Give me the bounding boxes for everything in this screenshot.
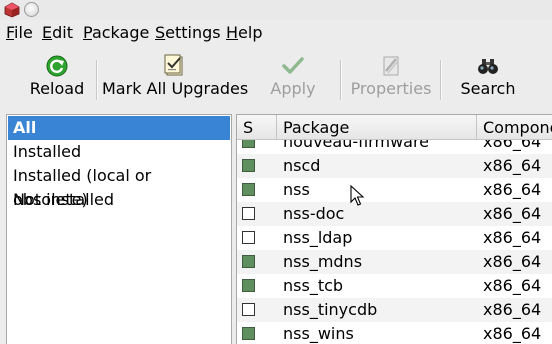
package-name: nss_wins (283, 324, 354, 343)
menu-edit[interactable]: Edit (42, 24, 73, 42)
filter-list: All Installed Installed (local or obsole… (6, 114, 232, 344)
status-checkbox[interactable] (242, 255, 255, 268)
package-component: x86_64 (483, 180, 542, 199)
table-row[interactable]: nss_tcb x86_64 (237, 274, 552, 298)
properties-button[interactable]: Properties (348, 46, 434, 109)
checkmark-icon (282, 57, 304, 74)
reload-icon (46, 55, 68, 77)
table-row[interactable]: nss_wins x86_64 (237, 322, 552, 344)
mark-all-upgrades-button[interactable]: Mark All Upgrades (102, 46, 248, 109)
status-checkbox[interactable] (242, 183, 255, 196)
package-name: nss_mdns (283, 252, 363, 271)
title-bar (0, 0, 552, 20)
toolbar-separator (440, 60, 441, 100)
table-header: S Package Compone (237, 115, 552, 140)
table-row[interactable]: nscd x86_64 (237, 154, 552, 178)
package-component: x86_64 (483, 228, 542, 247)
toolbar-separator (340, 60, 341, 100)
status-checkbox[interactable] (242, 303, 255, 316)
binoculars-icon (478, 59, 498, 74)
package-table: S Package Compone nouveau-firmware x86_64… (236, 114, 552, 344)
package-name: nss-doc (283, 204, 345, 223)
filter-item-installed[interactable]: Installed (8, 140, 230, 164)
apply-button[interactable]: Apply (258, 46, 328, 109)
column-header-package[interactable]: Package (277, 115, 477, 139)
package-component: x86_64 (483, 156, 542, 175)
status-checkbox[interactable] (242, 159, 255, 172)
toolbar: Reload Mark All Upgrades Apply Propertie… (0, 46, 552, 109)
menu-bar: File Edit Package Settings Help (0, 21, 552, 45)
menu-help[interactable]: Help (226, 24, 262, 42)
package-name: nscd (283, 156, 321, 175)
menu-file[interactable]: File (6, 24, 33, 42)
mouse-cursor-icon (350, 185, 364, 206)
properties-icon (383, 56, 399, 76)
filter-item-all[interactable]: All (8, 116, 230, 140)
status-checkbox[interactable] (242, 140, 255, 148)
toolbar-separator (96, 60, 97, 100)
status-checkbox[interactable] (242, 207, 255, 220)
app-icon (4, 2, 20, 18)
status-checkbox[interactable] (242, 231, 255, 244)
package-name: nss_tinycdb (283, 300, 378, 319)
package-name: nss (283, 180, 310, 199)
package-name: nss_tcb (283, 276, 344, 295)
table-row[interactable]: nss-doc x86_64 (237, 202, 552, 226)
table-body: nouveau-firmware x86_64 nscd x86_64 nss x86_6… (237, 140, 552, 344)
menu-settings[interactable]: Settings (155, 24, 221, 42)
package-component: x86_64 (483, 276, 542, 295)
filter-item-installed-local[interactable]: Installed (local or obsolete) (8, 164, 230, 209)
package-name: nouveau-firmware (283, 140, 430, 151)
table-row[interactable]: nss_ldap x86_64 (237, 226, 552, 250)
window-menu-button[interactable] (24, 2, 39, 17)
filter-item-not-installed[interactable]: Not installed (8, 188, 230, 212)
table-row[interactable]: nouveau-firmware x86_64 (237, 140, 552, 154)
table-row[interactable]: nss_tinycdb x86_64 (237, 298, 552, 322)
package-component: x86_64 (483, 300, 542, 319)
package-name: nss_ldap (283, 228, 353, 247)
status-checkbox[interactable] (242, 327, 255, 340)
table-row[interactable]: nss x86_64 (237, 178, 552, 202)
package-component: x86_64 (483, 204, 542, 223)
reload-button[interactable]: Reload (22, 46, 92, 109)
menu-package[interactable]: Package (83, 24, 149, 42)
column-header-component[interactable]: Compone (477, 115, 552, 139)
package-component: x86_64 (483, 324, 542, 343)
column-header-status[interactable]: S (237, 115, 277, 139)
table-row[interactable]: nss_mdns x86_64 (237, 250, 552, 274)
package-component: x86_64 (483, 252, 542, 271)
mark-upgrades-icon (164, 54, 183, 76)
package-component: x86_64 (483, 140, 542, 151)
status-checkbox[interactable] (242, 279, 255, 292)
search-button[interactable]: Search (456, 46, 520, 109)
